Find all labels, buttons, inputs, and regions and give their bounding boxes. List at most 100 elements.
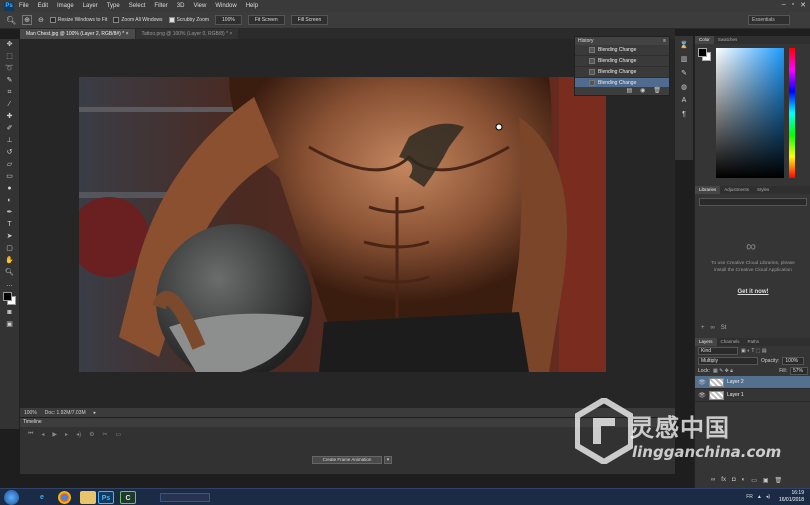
trash-icon[interactable]: 🗑︎ bbox=[775, 477, 783, 484]
tab-man-chest[interactable]: Man Chest.jpg @ 100% (Layer 2, RGB/8#) *… bbox=[20, 29, 135, 39]
eraser-tool-icon[interactable]: ▱ bbox=[4, 160, 16, 170]
adjust-icon[interactable]: ◍ bbox=[679, 83, 689, 92]
resize-windows-option[interactable]: Resize Windows to Fit bbox=[49, 17, 107, 23]
close-tab-icon[interactable]: × bbox=[126, 31, 129, 37]
zoom-100-button[interactable]: 100% bbox=[215, 15, 242, 25]
quick-selection-tool-icon[interactable]: ✎ bbox=[4, 76, 16, 86]
tab-channels[interactable]: Channels bbox=[717, 338, 744, 346]
new-document-from-state-icon[interactable]: ▤ bbox=[626, 87, 632, 95]
fill-screen-button[interactable]: Fill Screen bbox=[290, 15, 329, 25]
start-button[interactable] bbox=[4, 490, 19, 505]
menu-window[interactable]: Window bbox=[215, 3, 236, 9]
healing-brush-tool-icon[interactable]: ✚ bbox=[4, 112, 16, 122]
tab-libraries[interactable]: Libraries bbox=[695, 186, 721, 194]
link-icon[interactable]: ∞ bbox=[711, 325, 715, 335]
hue-slider[interactable] bbox=[789, 48, 795, 178]
eyedropper-tool-icon[interactable]: ⁄ bbox=[4, 100, 16, 110]
pen-tool-icon[interactable]: ✒ bbox=[4, 208, 16, 218]
transition-icon[interactable]: ▭ bbox=[116, 431, 122, 438]
color-picker-field[interactable] bbox=[716, 48, 784, 178]
prev-frame-icon[interactable]: ◂ bbox=[41, 431, 44, 438]
panel-menu-icon[interactable]: ≡ bbox=[663, 37, 666, 45]
lock-icons[interactable]: ▦ ✎ ✥ 🔒︎ bbox=[713, 368, 733, 374]
document-canvas[interactable] bbox=[79, 77, 606, 372]
new-layer-icon[interactable]: ▣ bbox=[763, 477, 769, 484]
status-arrow-icon[interactable]: ▸ bbox=[94, 410, 97, 416]
menu-edit[interactable]: Edit bbox=[38, 3, 48, 9]
type-panel-icon[interactable]: A bbox=[679, 97, 689, 106]
history-brush-tool-icon[interactable]: ↺ bbox=[4, 148, 16, 158]
history-item[interactable]: Blending Change bbox=[575, 45, 669, 56]
brush-panel-icon[interactable]: ✎ bbox=[679, 69, 689, 78]
adjustment-layer-icon[interactable]: ◐ bbox=[742, 477, 746, 484]
add-content-icon[interactable]: + bbox=[701, 325, 705, 335]
camtasia-taskbar-icon[interactable]: C bbox=[120, 491, 136, 504]
tab-styles[interactable]: Styles bbox=[753, 186, 773, 194]
resize-windows-checkbox[interactable] bbox=[49, 17, 56, 23]
language-indicator[interactable]: FR bbox=[746, 494, 753, 500]
properties-icon[interactable]: ▥ bbox=[679, 55, 689, 64]
opacity-field[interactable]: 100% bbox=[782, 357, 805, 365]
tab-layers[interactable]: Layers bbox=[695, 338, 717, 346]
tab-tattoo[interactable]: Tattoo.png @ 100% (Layer 0, RGB/8) * × bbox=[135, 29, 239, 39]
move-tool-icon[interactable]: ✥ bbox=[4, 40, 16, 50]
foreground-color-swatch[interactable] bbox=[2, 292, 12, 301]
scrubby-zoom-option[interactable]: Scrubby Zoom bbox=[168, 17, 209, 23]
layer-filter-kind[interactable]: Kind bbox=[698, 347, 738, 355]
menu-layer[interactable]: Layer bbox=[83, 3, 98, 9]
menu-type[interactable]: Type bbox=[107, 3, 120, 9]
workspace-select[interactable]: Essentials bbox=[748, 15, 790, 25]
snapshot-icon[interactable]: ◉ bbox=[640, 87, 645, 95]
history-panel-icon[interactable]: ⌛ bbox=[679, 41, 689, 50]
layer-row[interactable]: 👁︎ Layer 2 bbox=[695, 376, 810, 389]
tab-adjustments[interactable]: Adjustments bbox=[720, 186, 753, 194]
zoom-tool-icon[interactable]: 🔍︎ bbox=[4, 268, 16, 278]
play-icon[interactable]: ▶ bbox=[52, 431, 57, 438]
brush-tool-icon[interactable]: ✐ bbox=[4, 124, 16, 134]
screen-mode-icon[interactable]: ▣ bbox=[4, 320, 16, 330]
chevron-down-icon[interactable]: ▾ bbox=[384, 456, 392, 464]
photoshop-taskbar-icon[interactable]: Ps bbox=[98, 491, 114, 504]
chrome-icon[interactable] bbox=[58, 491, 71, 504]
hand-tool-icon[interactable]: ✋ bbox=[4, 256, 16, 266]
zoom-tool-icon[interactable]: 🔍︎ bbox=[6, 16, 16, 25]
gradient-tool-icon[interactable]: ▭ bbox=[4, 172, 16, 182]
zoom-in-icon[interactable]: ⊕ bbox=[22, 15, 33, 25]
fit-screen-button[interactable]: Fit Screen bbox=[247, 15, 285, 25]
fx-icon[interactable]: fx bbox=[721, 477, 726, 484]
quick-mask-icon[interactable]: ◙ bbox=[4, 308, 16, 318]
taskbar-search[interactable] bbox=[160, 493, 210, 502]
mask-icon[interactable]: ◘ bbox=[732, 477, 736, 484]
scrubby-zoom-checkbox[interactable] bbox=[168, 17, 175, 23]
taskbar-clock[interactable]: 16:19 16/01/2018 bbox=[779, 490, 804, 504]
zoom-level[interactable]: 100% bbox=[24, 410, 37, 416]
restore-icon[interactable]: ▫ bbox=[792, 1, 794, 9]
color-panel-swatches[interactable] bbox=[698, 48, 712, 62]
audio-icon[interactable]: ◂) bbox=[76, 431, 81, 438]
menu-help[interactable]: Help bbox=[246, 3, 258, 9]
eye-icon[interactable]: 👁︎ bbox=[698, 392, 706, 399]
menu-image[interactable]: Image bbox=[57, 3, 74, 9]
explorer-icon[interactable] bbox=[80, 491, 96, 504]
menu-view[interactable]: View bbox=[193, 3, 206, 9]
rectangle-tool-icon[interactable]: ▢ bbox=[4, 244, 16, 254]
next-frame-icon[interactable]: ▸ bbox=[65, 431, 68, 438]
blend-mode-select[interactable]: Multiply bbox=[698, 357, 758, 365]
type-tool-icon[interactable]: T bbox=[4, 220, 16, 230]
crop-tool-icon[interactable]: ⌗ bbox=[4, 88, 16, 98]
paragraph-icon[interactable]: ¶ bbox=[679, 111, 689, 120]
history-item[interactable]: Blending Change bbox=[575, 67, 669, 78]
get-it-now-link[interactable]: Get it now! bbox=[733, 289, 773, 295]
group-icon[interactable]: ▭ bbox=[751, 477, 757, 484]
layer-row[interactable]: 👁︎ Layer 1 bbox=[695, 389, 810, 402]
zoom-out-icon[interactable]: ⊖ bbox=[38, 16, 44, 24]
zoom-all-checkbox[interactable] bbox=[113, 17, 120, 23]
menu-file[interactable]: File bbox=[19, 3, 29, 9]
close-tab-icon[interactable]: × bbox=[229, 31, 232, 37]
first-frame-icon[interactable]: ⏮ bbox=[28, 431, 33, 438]
minimize-icon[interactable]: – bbox=[782, 1, 786, 9]
trash-icon[interactable]: 🗑︎ bbox=[653, 87, 661, 95]
library-select[interactable] bbox=[699, 198, 807, 206]
more-tools-icon[interactable]: … bbox=[4, 280, 16, 290]
menu-filter[interactable]: Filter bbox=[154, 3, 167, 9]
